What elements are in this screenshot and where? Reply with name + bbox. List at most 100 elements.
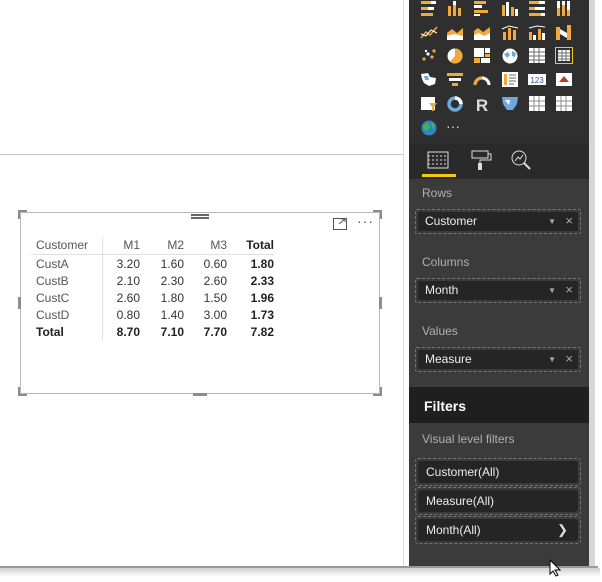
format-tab[interactable]: [469, 149, 497, 175]
column-header[interactable]: M2: [140, 237, 184, 255]
stacked-bar-icon[interactable]: [420, 0, 438, 17]
row-total: 2.33: [250, 273, 274, 288]
canvas-page-divider: [0, 154, 403, 155]
ribbon-chart-icon[interactable]: [555, 24, 573, 41]
focus-mode-icon[interactable]: [333, 217, 347, 230]
close-icon[interactable]: ×: [565, 280, 573, 299]
grand-total: 7.82: [250, 324, 274, 339]
total-row: Total 8.70 7.10 7.70 7.82: [31, 323, 274, 340]
table-visual-icon[interactable]: [528, 95, 546, 112]
gauge-icon[interactable]: [473, 71, 491, 88]
cell-value: 2.10: [116, 273, 140, 288]
filter-card-measure[interactable]: Measure(All): [415, 487, 581, 515]
filter-card-month[interactable]: Month(All) ❯: [415, 516, 581, 544]
column-total: 7.70: [203, 324, 227, 339]
table-row: CustA 3.20 1.60 0.60 1.80: [31, 254, 274, 272]
filters-header: Filters: [409, 387, 589, 423]
resize-handle-right[interactable]: [379, 297, 382, 309]
row-label: CustA: [31, 254, 103, 272]
scatter-chart-icon[interactable]: [420, 47, 438, 64]
cell-value: 1.60: [160, 256, 184, 271]
multi-row-card-icon[interactable]: [501, 71, 519, 88]
resize-handle-bottom-right[interactable]: [373, 387, 382, 396]
card-icon[interactable]: 123: [528, 71, 546, 88]
matrix-visual[interactable]: ··· Customer M1 M2 M3 Total CustA 3.20 1…: [18, 210, 382, 396]
drag-grip-icon[interactable]: [191, 213, 209, 221]
line-column-icon[interactable]: [501, 24, 519, 41]
rows-well[interactable]: Customer ▼ ×: [415, 209, 581, 234]
map-icon[interactable]: [501, 47, 519, 64]
resize-handle-left[interactable]: [18, 297, 21, 309]
funnel-icon[interactable]: [446, 71, 464, 88]
values-well[interactable]: Measure ▼ ×: [415, 347, 581, 372]
globe-icon[interactable]: [420, 119, 438, 136]
values-field-name: Measure: [425, 352, 472, 366]
fields-tab[interactable]: [426, 149, 454, 175]
canvas-right-border: [403, 0, 404, 567]
chevron-down-icon[interactable]: ❯: [557, 519, 568, 541]
resize-handle-bottom-left[interactable]: [18, 387, 27, 396]
100-stacked-bar-icon[interactable]: [528, 0, 546, 17]
columns-field-name: Month: [425, 283, 459, 297]
filled-map-icon[interactable]: [420, 71, 438, 88]
cell-value: 2.60: [116, 290, 140, 305]
close-icon[interactable]: ×: [565, 349, 573, 368]
columns-field-pill[interactable]: Month ▼ ×: [418, 281, 578, 300]
cell-value: 2.30: [160, 273, 184, 288]
column-header[interactable]: M1: [102, 237, 140, 255]
total-column-header[interactable]: Total: [227, 237, 274, 255]
resize-handle-bottom[interactable]: [193, 393, 207, 396]
pane-scrollbar[interactable]: [589, 0, 595, 566]
values-field-pill[interactable]: Measure ▼ ×: [418, 350, 578, 369]
line-clustered-column-icon[interactable]: [528, 24, 546, 41]
more-visuals-icon[interactable]: ···: [446, 119, 464, 136]
cell-value: 1.50: [203, 290, 227, 305]
matrix-icon[interactable]: [554, 46, 574, 65]
clustered-bar-icon[interactable]: [473, 0, 491, 17]
clustered-column-icon[interactable]: [501, 0, 519, 17]
columns-well[interactable]: Month ▼ ×: [415, 278, 581, 303]
matrix-visual-icon[interactable]: [555, 95, 573, 112]
table-row: CustC 2.60 1.80 1.50 1.96: [31, 289, 274, 306]
filter-pill[interactable]: Month(All) ❯: [418, 519, 578, 541]
row-label: CustC: [31, 289, 103, 306]
cell-value: 0.60: [203, 256, 227, 271]
pane-tabs: [409, 143, 589, 179]
filter-card-customer[interactable]: Customer(All): [415, 458, 581, 486]
matrix-header-row: Customer M1 M2 M3 Total: [31, 237, 274, 255]
table-icon[interactable]: [528, 47, 546, 64]
more-options-icon[interactable]: ···: [357, 214, 377, 228]
chevron-down-icon[interactable]: ▼: [548, 350, 556, 369]
filter-pill[interactable]: Measure(All): [418, 490, 578, 512]
chevron-down-icon[interactable]: ▼: [548, 281, 556, 300]
table-row: CustB 2.10 2.30 2.60 2.33: [31, 272, 274, 289]
column-header[interactable]: M3: [184, 237, 227, 255]
area-chart-icon[interactable]: [446, 24, 464, 41]
donut-icon[interactable]: [446, 95, 464, 112]
stacked-column-icon[interactable]: [446, 0, 464, 17]
close-icon[interactable]: ×: [565, 211, 573, 230]
resize-handle-top-left[interactable]: [18, 210, 27, 219]
shape-map-icon[interactable]: [501, 95, 519, 112]
row-header-label[interactable]: Customer: [31, 237, 103, 255]
analytics-tab[interactable]: [509, 149, 537, 175]
svg-text:R: R: [476, 96, 488, 112]
kpi-icon[interactable]: [555, 71, 573, 88]
active-tab-indicator: [422, 174, 456, 177]
treemap-icon[interactable]: [473, 47, 491, 64]
column-total: 8.70: [116, 324, 140, 339]
row-total: 1.96: [250, 290, 274, 305]
row-label: CustB: [31, 272, 103, 289]
slicer-icon[interactable]: [420, 95, 438, 112]
rows-field-name: Customer: [425, 214, 478, 228]
filter-pill[interactable]: Customer(All): [418, 461, 578, 483]
chevron-down-icon[interactable]: ▼: [548, 212, 556, 231]
rows-field-pill[interactable]: Customer ▼ ×: [418, 212, 578, 231]
line-chart-icon[interactable]: [420, 24, 438, 41]
100-stacked-column-icon[interactable]: [555, 0, 573, 17]
cell-value: 2.60: [203, 273, 227, 288]
columns-label: Columns: [422, 255, 470, 269]
stacked-area-icon[interactable]: [473, 24, 491, 41]
r-script-icon[interactable]: R: [473, 95, 491, 115]
pie-chart-icon[interactable]: [446, 47, 464, 64]
